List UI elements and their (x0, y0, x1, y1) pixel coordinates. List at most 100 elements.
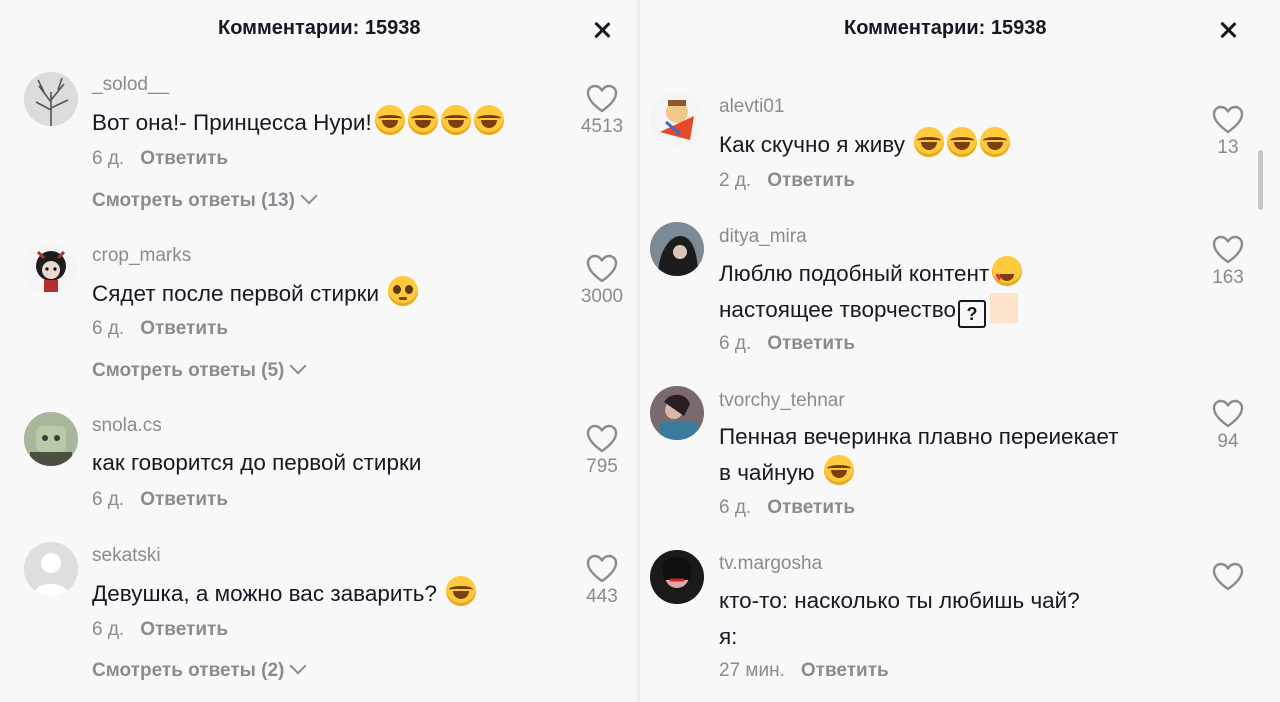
comment-text: Люблю подобный контент (719, 256, 1023, 295)
laughing-emoji-icon (823, 455, 854, 485)
avatar[interactable] (24, 72, 78, 126)
pleading-face-emoji-icon (388, 276, 419, 306)
comment-meta: 2 д. Ответить (719, 170, 855, 192)
star-struck-emoji-icon (374, 105, 405, 135)
question-box-icon: ? (958, 300, 987, 328)
like-button[interactable]: 163 (1198, 235, 1258, 289)
chevron-down-icon (289, 657, 307, 675)
comment-text: как говорится до первой стирки (92, 450, 422, 475)
like-button[interactable] (1198, 562, 1258, 592)
heart-outline-icon (1212, 235, 1244, 264)
comment-meta: 6 д. Ответить (92, 489, 228, 511)
avatar[interactable] (650, 222, 704, 276)
comment-meta: 6 д. Ответить (92, 318, 228, 340)
comment-meta: 6 д. Ответить (719, 333, 855, 355)
view-replies-button[interactable]: Смотреть ответы (2) (92, 657, 307, 682)
skin-tone-swatch-icon (990, 293, 1019, 323)
comment-username[interactable]: crop_marks (92, 245, 191, 267)
reply-button[interactable]: Ответить (767, 333, 855, 354)
comment-time: 6 д. (92, 148, 125, 169)
comment-username[interactable]: ditya_mira (719, 226, 807, 248)
comments-panel-right: Комментарии: 15938 alevti01 Как скучно я… (640, 0, 1280, 702)
close-icon[interactable] (591, 19, 613, 41)
reply-button[interactable]: Ответить (767, 497, 855, 518)
avatar[interactable] (24, 542, 78, 596)
heart-outline-icon (586, 554, 618, 583)
reply-button[interactable]: Ответить (140, 619, 228, 640)
laughing-emoji-icon (473, 105, 504, 135)
comment-time: 6 д. (719, 333, 752, 354)
chevron-down-icon (300, 187, 318, 205)
close-icon[interactable] (1217, 19, 1239, 41)
laughing-emoji-icon (440, 105, 471, 135)
comment-text: Сядет после первой стирки (92, 276, 419, 312)
heart-outline-icon (586, 84, 618, 113)
comment-time: 6 д. (92, 619, 125, 640)
like-button[interactable]: 4513 (572, 84, 632, 138)
laughing-emoji-icon (446, 576, 477, 606)
comment-username[interactable]: snola.cs (92, 415, 162, 437)
comment-username[interactable]: tv.margosha (719, 553, 822, 575)
reply-button[interactable]: Ответить (140, 148, 228, 169)
comment-text-line-2: в чайную (719, 455, 854, 491)
avatar[interactable] (24, 412, 78, 466)
heart-eyes-emoji-icon (992, 256, 1023, 295)
like-count: 13 (1217, 137, 1239, 158)
heart-outline-icon (1212, 562, 1244, 591)
like-button[interactable]: 13 (1198, 105, 1258, 159)
comment-username[interactable]: alevti01 (719, 96, 785, 118)
like-count: 3000 (580, 286, 624, 307)
comment-username[interactable]: tvorchy_tehnar (719, 390, 845, 412)
laughing-emoji-icon (407, 105, 438, 135)
view-replies-button[interactable]: Смотреть ответы (5) (92, 357, 307, 382)
chevron-down-icon (289, 357, 307, 375)
laughing-emoji-icon (980, 127, 1011, 157)
comment-time: 27 мин. (719, 660, 785, 681)
comment-text: Пенная вечеринка плавно переиекает (719, 424, 1119, 449)
comment-time: 6 д. (92, 489, 125, 510)
avatar[interactable] (650, 386, 704, 440)
comment-text-line-2: настоящее творчество? (719, 292, 1019, 328)
heart-outline-icon (586, 254, 618, 283)
avatar[interactable] (650, 92, 704, 146)
panel-title: Комментарии: 15938 (218, 17, 421, 39)
laughing-emoji-icon (914, 127, 945, 157)
like-button[interactable]: 795 (572, 424, 632, 478)
like-count: 4513 (580, 116, 624, 137)
reply-button[interactable]: Ответить (140, 318, 228, 339)
like-button[interactable]: 443 (572, 554, 632, 608)
reply-button[interactable]: Ответить (767, 170, 855, 191)
scrollbar[interactable] (1258, 150, 1263, 210)
like-count: 795 (586, 456, 618, 477)
view-replies-button[interactable]: Смотреть ответы (13) (92, 187, 318, 212)
comment-time: 6 д. (719, 497, 752, 518)
heart-outline-icon (1212, 105, 1244, 134)
comment-time: 6 д. (92, 318, 125, 339)
comment-text: Вот она!- Принцесса Нури! (92, 105, 504, 141)
comment-time: 2 д. (719, 170, 752, 191)
laughing-emoji-icon (947, 127, 978, 157)
comment-text: Как скучно я живу (719, 127, 1011, 163)
comment-text: кто-то: насколько ты любишь чай? (719, 588, 1080, 613)
comment-meta: 27 мин. Ответить (719, 660, 889, 682)
like-count: 443 (586, 586, 618, 607)
comment-meta: 6 д. Ответить (719, 497, 855, 519)
like-button[interactable]: 94 (1198, 399, 1258, 453)
comment-username[interactable]: _solod__ (92, 74, 169, 96)
comment-meta: 6 д. Ответить (92, 619, 228, 641)
like-button[interactable]: 3000 (572, 254, 632, 308)
comment-username[interactable]: sekatski (92, 545, 161, 567)
avatar[interactable] (650, 550, 704, 604)
comment-meta: 6 д. Ответить (92, 148, 228, 170)
reply-button[interactable]: Ответить (140, 489, 228, 510)
heart-outline-icon (1212, 399, 1244, 428)
heart-outline-icon (586, 424, 618, 453)
reply-button[interactable]: Ответить (801, 660, 889, 681)
comments-panel-left: Комментарии: 15938 _solod__ Вот она!- Пр… (0, 0, 640, 702)
like-count: 94 (1217, 431, 1239, 452)
comment-text-line-2: я: (719, 624, 738, 649)
panel-title: Комментарии: 15938 (844, 17, 1047, 39)
like-count: 163 (1212, 267, 1244, 288)
comment-text: Девушка, а можно вас заварить? (92, 576, 477, 612)
avatar[interactable] (24, 242, 78, 296)
